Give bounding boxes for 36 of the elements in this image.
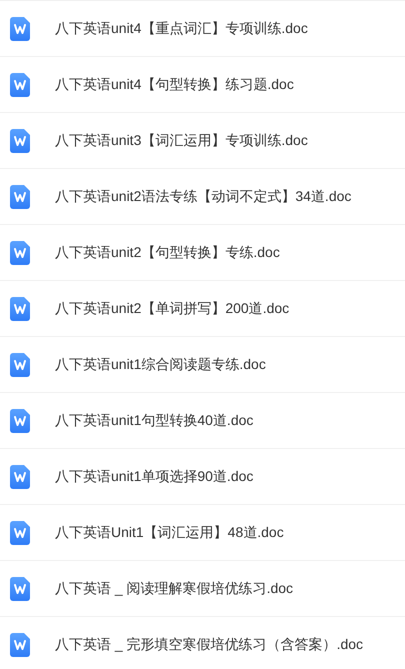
document-icon: [10, 520, 30, 544]
file-row[interactable]: 八下英语unit1单项选择90道.doc: [0, 449, 405, 505]
file-name: 八下英语 _ 完形填空寒假培优练习（含答案）.doc: [55, 635, 364, 654]
file-row[interactable]: 八下英语unit4【句型转换】练习题.doc: [0, 57, 405, 113]
file-name: 八下英语unit2【单词拼写】200道.doc: [55, 299, 290, 318]
document-icon: [10, 464, 30, 488]
file-row[interactable]: 八下英语 _ 完形填空寒假培优练习（含答案）.doc: [0, 617, 405, 669]
document-icon: [10, 632, 30, 656]
file-row[interactable]: 八下英语unit1句型转换40道.doc: [0, 393, 405, 449]
document-icon: [10, 72, 30, 96]
file-row[interactable]: 八下英语unit2【单词拼写】200道.doc: [0, 281, 405, 337]
file-row[interactable]: 八下英语Unit1【词汇运用】48道.doc: [0, 505, 405, 561]
file-name: 八下英语 _ 阅读理解寒假培优练习.doc: [55, 579, 294, 598]
file-name: 八下英语Unit1【词汇运用】48道.doc: [55, 523, 284, 542]
document-icon: [10, 352, 30, 376]
file-row[interactable]: 八下英语 _ 阅读理解寒假培优练习.doc: [0, 561, 405, 617]
file-name: 八下英语unit1单项选择90道.doc: [55, 467, 254, 486]
file-name: 八下英语unit1句型转换40道.doc: [55, 411, 254, 430]
file-name: 八下英语unit1综合阅读题专练.doc: [55, 355, 266, 374]
file-row[interactable]: 八下英语unit4【重点词汇】专项训练.doc: [0, 1, 405, 57]
document-icon: [10, 576, 30, 600]
file-name: 八下英语unit4【重点词汇】专项训练.doc: [55, 19, 308, 38]
file-name: 八下英语unit2【句型转换】专练.doc: [55, 243, 280, 262]
file-row[interactable]: 八下英语unit1综合阅读题专练.doc: [0, 337, 405, 393]
file-name: 八下英语unit2语法专练【动词不定式】34道.doc: [55, 187, 352, 206]
document-icon: [10, 184, 30, 208]
document-icon: [10, 296, 30, 320]
document-icon: [10, 128, 30, 152]
file-name: 八下英语unit4【句型转换】练习题.doc: [55, 75, 294, 94]
file-row[interactable]: 八下英语unit3【词汇运用】专项训练.doc: [0, 113, 405, 169]
file-row[interactable]: 八下英语unit2语法专练【动词不定式】34道.doc: [0, 169, 405, 225]
file-name: 八下英语unit3【词汇运用】专项训练.doc: [55, 131, 308, 150]
document-icon: [10, 16, 30, 40]
document-icon: [10, 240, 30, 264]
file-row[interactable]: 八下英语unit2【句型转换】专练.doc: [0, 225, 405, 281]
document-icon: [10, 408, 30, 432]
